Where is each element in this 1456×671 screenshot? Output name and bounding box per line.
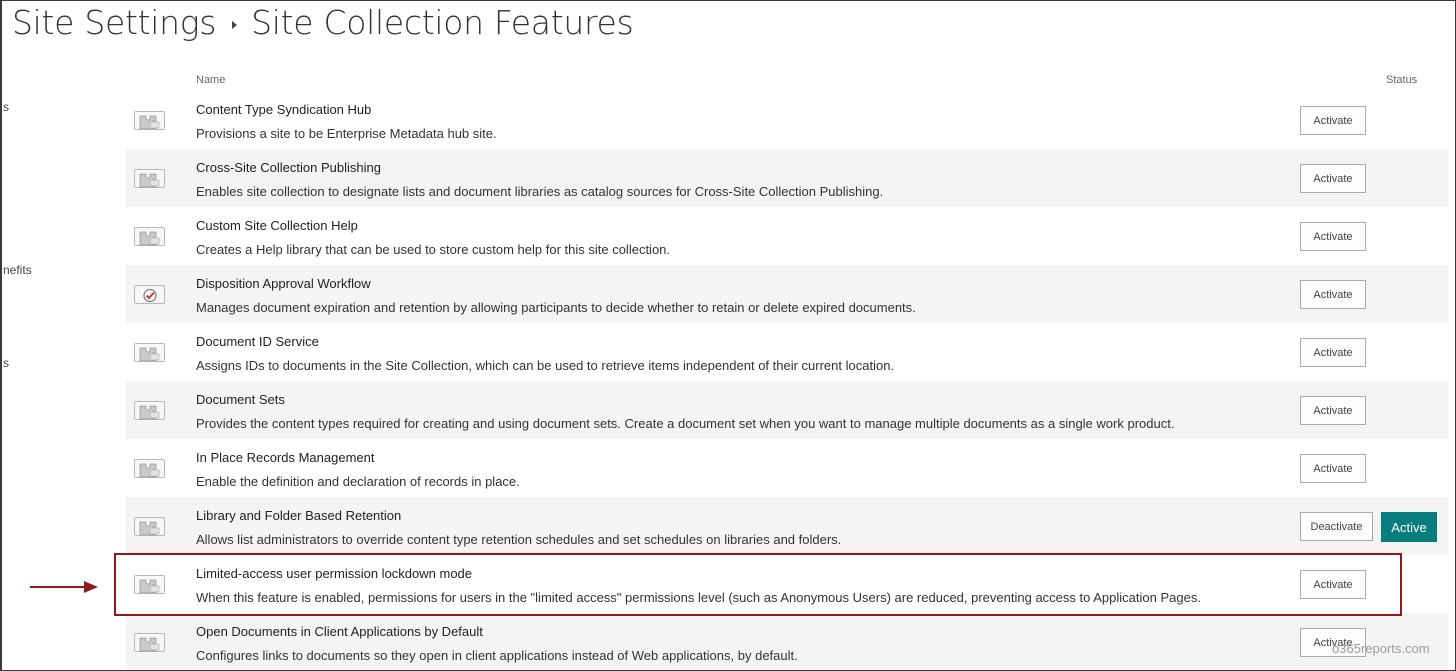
feature-title: In Place Records Management [196,450,375,465]
feature-row: Content Type Syndication Hub Provisions a… [126,91,1448,149]
feature-description: Manages document expiration and retentio… [196,300,916,315]
breadcrumb-current: Site Collection Features [251,3,634,42]
feature-puzzle-icon [134,633,165,652]
feature-puzzle-icon [134,169,165,188]
page-title: Site Settings Site Collection Features [12,3,634,42]
feature-title: Cross-Site Collection Publishing [196,160,381,175]
feature-description: Configures links to documents so they op… [196,648,798,663]
activate-button[interactable]: Activate [1300,280,1366,309]
activate-button[interactable]: Activate [1300,396,1366,425]
feature-puzzle-icon [134,575,165,594]
feature-puzzle-icon [134,111,165,130]
feature-description: Enable the definition and declaration of… [196,474,520,489]
left-nav-item[interactable]: s [3,100,9,114]
feature-title: Disposition Approval Workflow [196,276,371,291]
activate-button[interactable]: Activate [1300,106,1366,135]
feature-title: Content Type Syndication Hub [196,102,372,117]
feature-description: When this feature is enabled, permission… [196,590,1201,605]
breadcrumb-parent[interactable]: Site Settings [12,3,216,42]
breadcrumb-separator-icon [232,20,238,29]
status-badge: Active [1381,512,1437,542]
feature-puzzle-icon [134,343,165,362]
workflow-check-icon [134,285,165,304]
activate-button[interactable]: Activate [1300,454,1366,483]
feature-puzzle-icon [134,517,165,536]
activate-button[interactable]: Activate [1300,164,1366,193]
feature-row: Cross-Site Collection Publishing Enables … [126,149,1448,207]
feature-row: In Place Records Management Enable the de… [126,439,1448,497]
activate-button[interactable]: Activate [1300,338,1366,367]
left-nav-item[interactable]: nefits [3,263,32,277]
feature-row: Document Sets Provides the content types … [126,381,1448,439]
feature-description: Provisions a site to be Enterprise Metad… [196,126,497,141]
feature-puzzle-icon [134,227,165,246]
feature-title: Document Sets [196,392,285,407]
feature-title: Limited-access user permission lockdown … [196,566,473,581]
feature-puzzle-icon [134,401,165,420]
feature-description: Provides the content types required for … [196,416,1175,431]
pointer-arrow-icon [30,581,98,593]
column-header-status: Status [1386,74,1418,86]
feature-puzzle-icon [134,459,165,478]
feature-list: Content Type Syndication Hub Provisions a… [126,91,1448,670]
left-navigation: s nefits s [2,1,42,670]
feature-description: Allows list administrators to override c… [196,532,842,547]
feature-title: Open Documents in Client Applications by… [196,624,483,639]
left-nav-item[interactable]: s [3,356,9,370]
feature-row: Open Documents in Client Applications by… [126,613,1448,670]
feature-row: Custom Site Collection Help Creates a Hel… [126,207,1448,265]
feature-row: Limited-access user permission lockdown … [126,555,1448,613]
feature-row: Library and Folder Based Retention Allows… [126,497,1448,555]
feature-title: Document ID Service [196,334,319,349]
deactivate-button[interactable]: Deactivate [1300,512,1373,541]
page-frame: Site Settings Site Collection Features s … [0,0,1456,671]
feature-title: Custom Site Collection Help [196,218,358,233]
feature-description: Enables site collection to designate lis… [196,184,884,199]
watermark: o365reports.com [1332,641,1430,656]
activate-button[interactable]: Activate [1300,222,1366,251]
activate-button[interactable]: Activate [1300,570,1366,599]
feature-description: Creates a Help library that can be used … [196,242,671,257]
feature-row: Document ID Service Assigns IDs to docume… [126,323,1448,381]
feature-row: Disposition Approval Workflow Manages doc… [126,265,1448,323]
feature-description: Assigns IDs to documents in the Site Col… [196,358,895,373]
feature-title: Library and Folder Based Retention [196,508,402,523]
column-header-name: Name [196,74,226,86]
